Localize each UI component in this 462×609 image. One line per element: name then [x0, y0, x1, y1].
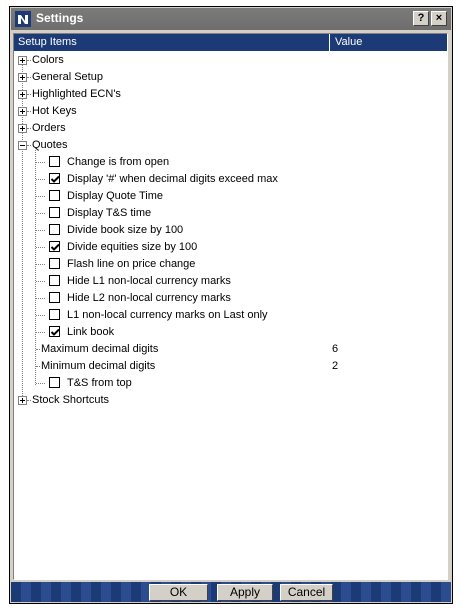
collapse-icon[interactable]: [18, 141, 27, 150]
setting-label: Display T&S time: [67, 207, 152, 219]
app-logo-icon: [15, 11, 31, 27]
tree-item-label: Hot Keys: [32, 105, 77, 117]
setting-label: Hide L2 non-local currency marks: [67, 292, 231, 304]
setting-label: T&S from top: [67, 377, 132, 389]
checkbox-checked[interactable]: [49, 241, 60, 252]
expand-icon[interactable]: [18, 107, 27, 116]
expand-icon[interactable]: [18, 396, 27, 405]
checkbox[interactable]: [49, 224, 60, 235]
tree-item-label: General Setup: [32, 71, 103, 83]
checkbox[interactable]: [49, 309, 60, 320]
cancel-button[interactable]: Cancel: [280, 584, 333, 601]
checkmark-icon: [50, 175, 60, 183]
column-divider[interactable]: [329, 34, 330, 51]
setting-label: Change is from open: [67, 156, 170, 168]
checkbox[interactable]: [49, 207, 60, 218]
checkbox-checked[interactable]: [49, 173, 60, 184]
setting-display-quote-time[interactable]: Display Quote Time: [14, 188, 447, 205]
setting-label: Maximum decimal digits: [41, 343, 159, 355]
checkbox[interactable]: [49, 190, 60, 201]
setting-label: L1 non-local currency marks on Last only: [67, 309, 268, 321]
setting-change-is-from-open[interactable]: Change is from open: [14, 154, 447, 171]
checkbox[interactable]: [49, 156, 60, 167]
button-bar: OK Apply Cancel: [11, 582, 451, 602]
setting-minimum-decimal-digits[interactable]: Minimum decimal digits 2: [14, 358, 447, 375]
setting-ts-from-top[interactable]: T&S from top: [14, 375, 447, 392]
window-title: Settings: [36, 11, 84, 25]
checkbox[interactable]: [49, 292, 60, 303]
ok-button[interactable]: OK: [149, 584, 208, 601]
column-header-value[interactable]: Value: [335, 36, 362, 48]
setting-label: Display Quote Time: [67, 190, 163, 202]
checkbox[interactable]: [49, 275, 60, 286]
setting-label: Display '#' when decimal digits exceed m…: [67, 173, 278, 185]
help-button[interactable]: ?: [413, 11, 429, 26]
tree-item-hot-keys[interactable]: Hot Keys: [14, 103, 447, 120]
tree-item-stock-shortcuts[interactable]: Stock Shortcuts: [14, 392, 447, 409]
settings-window: Settings ? × Setup Items Value Colors Ge…: [9, 6, 453, 604]
setting-divide-equities-size[interactable]: Divide equities size by 100: [14, 239, 447, 256]
checkmark-icon: [50, 243, 60, 251]
setting-maximum-decimal-digits[interactable]: Maximum decimal digits 6: [14, 341, 447, 358]
tree-item-colors[interactable]: Colors: [14, 52, 447, 69]
setting-value[interactable]: 2: [332, 360, 338, 372]
setting-value[interactable]: 6: [332, 343, 338, 355]
setting-label: Link book: [67, 326, 115, 338]
setting-flash-line[interactable]: Flash line on price change: [14, 256, 447, 273]
settings-tree-panel: Setup Items Value Colors General Setup H…: [13, 33, 448, 580]
expand-icon[interactable]: [18, 124, 27, 133]
checkmark-icon: [50, 328, 60, 336]
close-button[interactable]: ×: [431, 11, 447, 26]
checkbox[interactable]: [49, 377, 60, 388]
apply-button[interactable]: Apply: [217, 584, 273, 601]
tree-item-label: Quotes: [32, 139, 68, 151]
setting-link-book[interactable]: Link book: [14, 324, 447, 341]
setting-label: Divide book size by 100: [67, 224, 184, 236]
setting-hide-l1-marks[interactable]: Hide L1 non-local currency marks: [14, 273, 447, 290]
setting-label: Hide L1 non-local currency marks: [67, 275, 231, 287]
setting-label: Minimum decimal digits: [41, 360, 156, 372]
setting-divide-book-size[interactable]: Divide book size by 100: [14, 222, 447, 239]
tree-item-general-setup[interactable]: General Setup: [14, 69, 447, 86]
tree-item-label: Stock Shortcuts: [32, 394, 110, 406]
checkbox[interactable]: [49, 258, 60, 269]
title-bar[interactable]: Settings ? ×: [11, 8, 451, 30]
setting-hide-l2-marks[interactable]: Hide L2 non-local currency marks: [14, 290, 447, 307]
setting-label: Divide equities size by 100: [67, 241, 198, 253]
expand-icon[interactable]: [18, 73, 27, 82]
tree-item-label: Colors: [32, 54, 64, 66]
expand-icon[interactable]: [18, 90, 27, 99]
expand-icon[interactable]: [18, 56, 27, 65]
tree-item-highlighted-ecns[interactable]: Highlighted ECN's: [14, 86, 447, 103]
column-header-setup-items[interactable]: Setup Items: [18, 36, 77, 48]
tree-item-quotes[interactable]: Quotes: [14, 137, 447, 154]
setting-l1-marks-last-only[interactable]: L1 non-local currency marks on Last only: [14, 307, 447, 324]
tree-header: Setup Items Value: [14, 34, 447, 51]
setting-display-hash-when-exceed[interactable]: Display '#' when decimal digits exceed m…: [14, 171, 447, 188]
setting-label: Flash line on price change: [67, 258, 196, 270]
tree-item-label: Highlighted ECN's: [32, 88, 121, 100]
checkbox-checked[interactable]: [49, 326, 60, 337]
tree-item-orders[interactable]: Orders: [14, 120, 447, 137]
setting-display-ts-time[interactable]: Display T&S time: [14, 205, 447, 222]
tree-item-label: Orders: [32, 122, 66, 134]
